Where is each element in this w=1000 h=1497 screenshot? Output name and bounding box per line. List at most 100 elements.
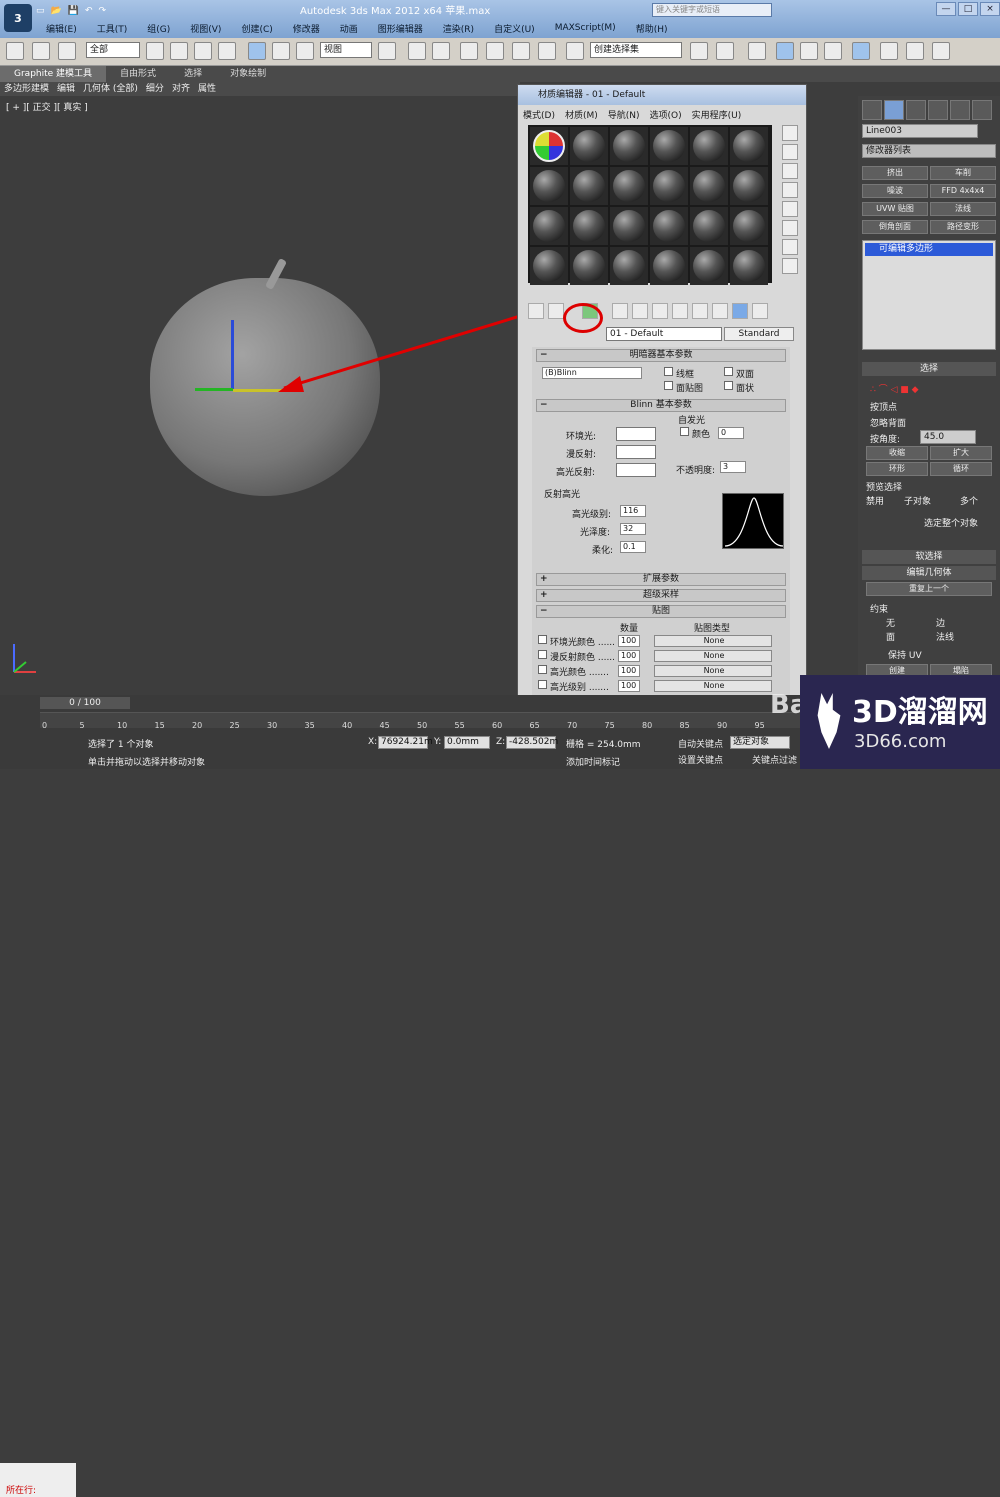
mini-listener[interactable]: 所在行: bbox=[0, 1463, 76, 1497]
stack-item-editable-poly[interactable]: 可编辑多边形 bbox=[865, 243, 993, 256]
shader-dropdown[interactable]: (B)Blinn bbox=[542, 367, 642, 379]
map-amount-field[interactable]: 100 bbox=[618, 635, 640, 647]
panel-subdivision[interactable]: 细分 bbox=[142, 82, 168, 96]
panel-geometry[interactable]: 几何体 (全部) bbox=[79, 82, 142, 96]
menu-graph-editors[interactable]: 图形编辑器 bbox=[368, 22, 433, 35]
two-sided-checkbox[interactable] bbox=[724, 367, 733, 376]
material-type-button[interactable]: Standard bbox=[724, 327, 794, 341]
tab-graphite[interactable]: Graphite 建模工具 bbox=[0, 66, 107, 82]
hierarchy-tab-icon[interactable] bbox=[906, 100, 926, 120]
menu-animation[interactable]: 动画 bbox=[330, 22, 368, 35]
uvw-map-button[interactable]: UVW 贴图 bbox=[862, 202, 928, 216]
opacity-value[interactable]: 3 bbox=[720, 461, 746, 473]
spec-level-value[interactable]: 116 bbox=[620, 505, 646, 517]
sample-slot[interactable] bbox=[610, 247, 648, 285]
select-by-material-icon[interactable] bbox=[782, 258, 798, 274]
set-key-button[interactable]: 设置关键点 bbox=[678, 753, 723, 766]
subobject-icons[interactable]: ∴ ⌒ ◁ ■ ◆ bbox=[870, 382, 919, 395]
extrude-button[interactable]: 挤出 bbox=[862, 166, 928, 180]
create-tab-icon[interactable] bbox=[862, 100, 882, 120]
modifier-list-dropdown[interactable]: 修改器列表 bbox=[862, 144, 996, 158]
ignore-backface-option[interactable]: 忽略背面 bbox=[870, 416, 906, 429]
map-enable-checkbox[interactable] bbox=[538, 650, 547, 659]
menu-tools[interactable]: 工具(T) bbox=[87, 22, 138, 35]
menu-customize[interactable]: 自定义(U) bbox=[484, 22, 545, 35]
select-object-icon[interactable] bbox=[146, 42, 164, 60]
undo-icon[interactable]: ↶ bbox=[85, 6, 93, 16]
tab-object-paint[interactable]: 对象绘制 bbox=[216, 66, 280, 82]
rollout-extended[interactable]: + 扩展参数 bbox=[536, 573, 786, 586]
save-icon[interactable]: 💾 bbox=[68, 6, 79, 16]
scale-icon[interactable] bbox=[296, 42, 314, 60]
specular-swatch[interactable] bbox=[616, 463, 656, 477]
gizmo-y-axis[interactable] bbox=[195, 388, 233, 391]
spinner-snap-icon[interactable] bbox=[538, 42, 556, 60]
rendered-frame-icon[interactable] bbox=[906, 42, 924, 60]
path-deform-button[interactable]: 路径变形 bbox=[930, 220, 996, 234]
display-tab-icon[interactable] bbox=[950, 100, 970, 120]
sample-slot[interactable] bbox=[570, 207, 608, 245]
panel-edit[interactable]: 编辑 bbox=[53, 82, 79, 96]
self-illum-color-checkbox[interactable] bbox=[680, 427, 689, 436]
keyboard-shortcut-icon[interactable] bbox=[432, 42, 450, 60]
menu-create[interactable]: 创建(C) bbox=[231, 22, 282, 35]
new-icon[interactable]: ▭ bbox=[36, 6, 45, 16]
panel-properties[interactable]: 属性 bbox=[194, 82, 220, 96]
auto-key-button[interactable]: 自动关键点 bbox=[678, 737, 723, 750]
link-icon[interactable] bbox=[6, 42, 24, 60]
material-name-field[interactable]: 01 - Default bbox=[606, 327, 722, 341]
utilities-tab-icon[interactable] bbox=[972, 100, 992, 120]
sample-slot[interactable] bbox=[690, 127, 728, 165]
sample-slot[interactable] bbox=[610, 207, 648, 245]
move-icon[interactable] bbox=[248, 42, 266, 60]
rect-selection-icon[interactable] bbox=[194, 42, 212, 60]
add-time-tag[interactable]: 添加时间标记 bbox=[566, 755, 620, 768]
show-map-icon[interactable] bbox=[692, 303, 708, 319]
ffd-button[interactable]: FFD 4x4x4 bbox=[930, 184, 996, 198]
render-setup-icon[interactable] bbox=[880, 42, 898, 60]
open-icon[interactable]: 📂 bbox=[51, 6, 62, 16]
sample-slot[interactable] bbox=[530, 127, 568, 165]
x-coord-field[interactable]: 76924.21m bbox=[378, 736, 433, 749]
put-to-scene-icon[interactable] bbox=[548, 303, 564, 319]
map-enable-checkbox[interactable] bbox=[538, 680, 547, 689]
key-filters-button[interactable]: 关键点过滤 bbox=[752, 753, 797, 766]
ring-button[interactable]: 环形 bbox=[866, 462, 928, 476]
map-enable-checkbox[interactable] bbox=[538, 635, 547, 644]
mat-menu-utilities[interactable]: 实用程序(U) bbox=[687, 108, 747, 121]
rotate-icon[interactable] bbox=[272, 42, 290, 60]
selected-object-dropdown[interactable]: 选定对象 bbox=[730, 736, 790, 749]
y-coord-field[interactable]: 0.0mm bbox=[444, 736, 490, 749]
unlink-icon[interactable] bbox=[32, 42, 50, 60]
glossiness-value[interactable]: 32 bbox=[620, 523, 646, 535]
graphite-toggle-icon[interactable] bbox=[776, 42, 794, 60]
snap-icon[interactable] bbox=[460, 42, 478, 60]
lathe-button[interactable]: 车削 bbox=[930, 166, 996, 180]
face-map-checkbox[interactable] bbox=[664, 381, 673, 390]
map-amount-field[interactable]: 100 bbox=[618, 650, 640, 662]
sample-slot[interactable] bbox=[730, 127, 768, 165]
redo-icon[interactable]: ↷ bbox=[99, 6, 107, 16]
map-enable-checkbox[interactable] bbox=[538, 665, 547, 674]
timeline-ticks[interactable]: 0 5 10 15 20 25 30 35 40 45 50 55 60 65 70 75 80 85 90 95 bbox=[40, 712, 800, 730]
rollout-maps[interactable]: − 贴图 bbox=[536, 605, 786, 618]
sample-type-icon[interactable] bbox=[782, 125, 798, 141]
sample-slot[interactable] bbox=[690, 167, 728, 205]
app-logo-button[interactable]: 3 bbox=[4, 4, 32, 32]
make-unique-icon[interactable] bbox=[632, 303, 648, 319]
percent-snap-icon[interactable] bbox=[512, 42, 530, 60]
go-sibling-icon[interactable] bbox=[752, 303, 768, 319]
reset-material-icon[interactable] bbox=[612, 303, 628, 319]
viewport-label[interactable]: [ + ][ 正交 ][ 真实 ] bbox=[6, 100, 88, 113]
get-material-icon[interactable] bbox=[528, 303, 544, 319]
sample-slot[interactable] bbox=[570, 167, 608, 205]
repeat-last-button[interactable]: 重复上一个 bbox=[866, 582, 992, 596]
sample-slot[interactable] bbox=[730, 167, 768, 205]
by-angle-option[interactable]: 按角度: bbox=[870, 432, 900, 445]
map-slot-button[interactable]: None bbox=[654, 680, 772, 692]
rollout-shader-basic[interactable]: − 明暗器基本参数 bbox=[536, 349, 786, 362]
menu-maxscript[interactable]: MAXScript(M) bbox=[545, 23, 626, 33]
map-slot-button[interactable]: None bbox=[654, 650, 772, 662]
menu-views[interactable]: 视图(V) bbox=[180, 22, 231, 35]
sample-slot[interactable] bbox=[650, 167, 688, 205]
